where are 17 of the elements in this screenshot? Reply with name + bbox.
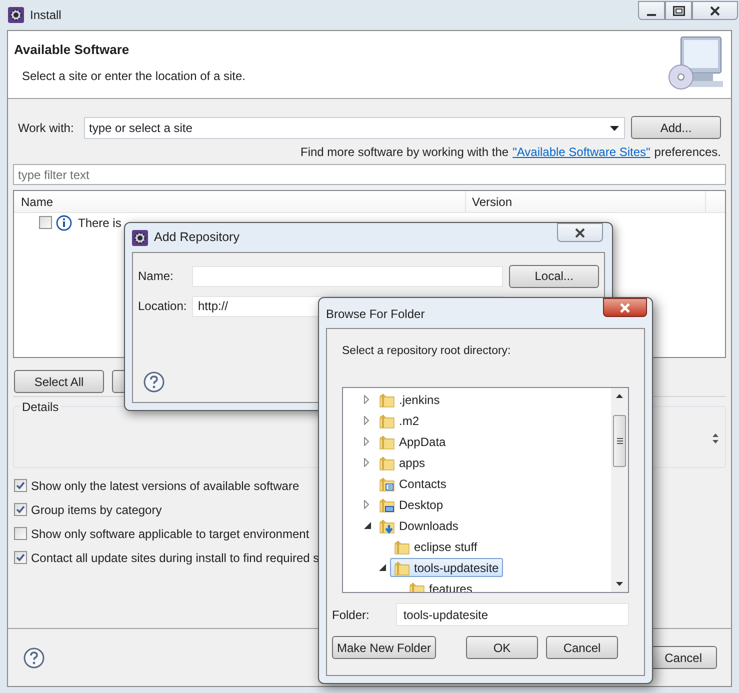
table-cell-text: There is bbox=[78, 214, 122, 232]
name-label: Name: bbox=[138, 268, 174, 285]
dialog-prompt: Select a repository root directory: bbox=[342, 344, 512, 359]
window-title: Install bbox=[30, 7, 62, 24]
option-label: Show only the latest versions of available software bbox=[31, 478, 300, 494]
option-label: Show only software applicable to target environment bbox=[31, 526, 310, 542]
location-label: Location: bbox=[138, 298, 188, 315]
more-software-text: Find more software by working with the bbox=[300, 144, 509, 161]
dialog-title: Browse For Folder bbox=[326, 306, 425, 323]
details-label: Details bbox=[20, 400, 61, 414]
page-subtitle: Select a site or enter the location of a site. bbox=[22, 68, 246, 84]
dialog-title: Add Repository bbox=[154, 229, 240, 246]
preferences-text: preferences. bbox=[654, 144, 721, 161]
work-with-label: Work with: bbox=[18, 120, 75, 136]
page-title: Available Software bbox=[14, 41, 130, 59]
folder-label: Folder: bbox=[332, 606, 370, 624]
option-label: Group items by category bbox=[31, 502, 162, 518]
